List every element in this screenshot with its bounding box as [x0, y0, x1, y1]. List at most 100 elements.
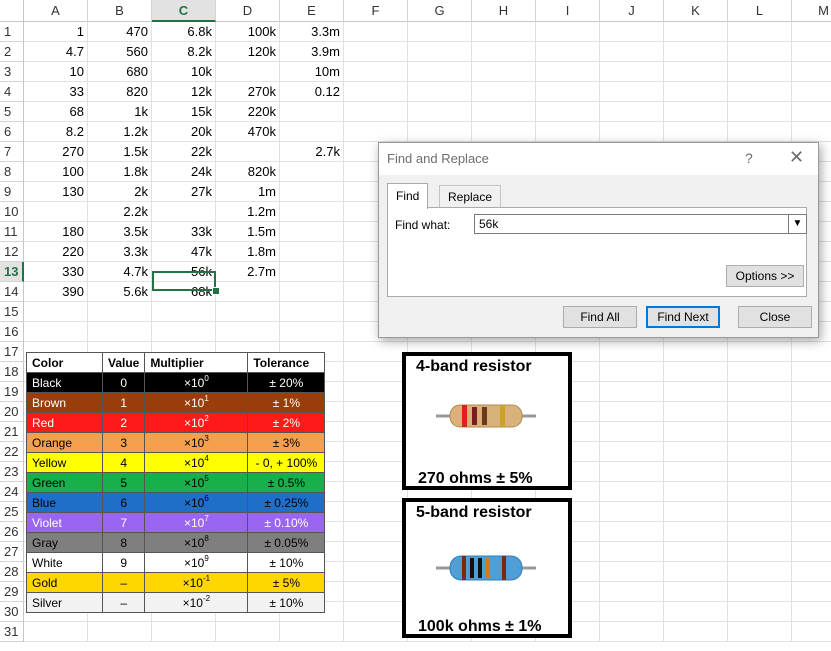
cell-k30[interactable]	[664, 602, 728, 622]
cell-j23[interactable]	[600, 462, 664, 482]
cell-l5[interactable]	[728, 102, 792, 122]
cell-e14[interactable]	[280, 282, 344, 302]
cell-b8[interactable]: 1.8k	[88, 162, 152, 182]
cell-b1[interactable]: 470	[88, 22, 152, 42]
cell-l26[interactable]	[728, 522, 792, 542]
cell-m22[interactable]	[792, 442, 831, 462]
select-all-corner[interactable]	[0, 0, 24, 22]
cell-i2[interactable]	[536, 42, 600, 62]
row-header-13[interactable]: 13	[0, 262, 24, 282]
cell-b2[interactable]: 560	[88, 42, 152, 62]
cell-a11[interactable]: 180	[24, 222, 88, 242]
cell-k26[interactable]	[664, 522, 728, 542]
cell-m21[interactable]	[792, 422, 831, 442]
cell-j27[interactable]	[600, 542, 664, 562]
cell-g5[interactable]	[408, 102, 472, 122]
cell-f27[interactable]	[344, 542, 408, 562]
row-header-12[interactable]: 12	[0, 242, 24, 262]
row-header-18[interactable]: 18	[0, 362, 24, 382]
cell-b14[interactable]: 5.6k	[88, 282, 152, 302]
row-header-26[interactable]: 26	[0, 522, 24, 542]
cell-j30[interactable]	[600, 602, 664, 622]
cell-d12[interactable]: 1.8m	[216, 242, 280, 262]
cell-f2[interactable]	[344, 42, 408, 62]
row-header-2[interactable]: 2	[0, 42, 24, 62]
cell-i6[interactable]	[536, 122, 600, 142]
find-what-combobox[interactable]: 56k ▼	[474, 214, 807, 234]
cell-a12[interactable]: 220	[24, 242, 88, 262]
cell-e7[interactable]: 2.7k	[280, 142, 344, 162]
cell-l31[interactable]	[728, 622, 792, 642]
cell-k21[interactable]	[664, 422, 728, 442]
cell-m27[interactable]	[792, 542, 831, 562]
cell-k4[interactable]	[664, 82, 728, 102]
find-all-button[interactable]: Find All	[563, 306, 637, 328]
cell-k3[interactable]	[664, 62, 728, 82]
cell-k19[interactable]	[664, 382, 728, 402]
cell-k17[interactable]	[664, 342, 728, 362]
cell-j5[interactable]	[600, 102, 664, 122]
cell-l21[interactable]	[728, 422, 792, 442]
cell-k22[interactable]	[664, 442, 728, 462]
cell-c6[interactable]: 20k	[152, 122, 216, 142]
column-header-d[interactable]: D	[216, 0, 280, 22]
cell-f5[interactable]	[344, 102, 408, 122]
cell-l25[interactable]	[728, 502, 792, 522]
cell-f28[interactable]	[344, 562, 408, 582]
cell-k1[interactable]	[664, 22, 728, 42]
cell-d7[interactable]	[216, 142, 280, 162]
cell-k29[interactable]	[664, 582, 728, 602]
cell-d11[interactable]: 1.5m	[216, 222, 280, 242]
cell-d31[interactable]	[216, 622, 280, 642]
cell-k23[interactable]	[664, 462, 728, 482]
column-header-l[interactable]: L	[728, 0, 792, 22]
cell-a1[interactable]: 1	[24, 22, 88, 42]
row-header-7[interactable]: 7	[0, 142, 24, 162]
cell-l19[interactable]	[728, 382, 792, 402]
cell-e8[interactable]	[280, 162, 344, 182]
cell-e15[interactable]	[280, 302, 344, 322]
row-header-11[interactable]: 11	[0, 222, 24, 242]
column-header-j[interactable]: J	[600, 0, 664, 22]
cell-a15[interactable]	[24, 302, 88, 322]
cell-f25[interactable]	[344, 502, 408, 522]
column-header-e[interactable]: E	[280, 0, 344, 22]
cell-b6[interactable]: 1.2k	[88, 122, 152, 142]
cell-b10[interactable]: 2.2k	[88, 202, 152, 222]
cell-e11[interactable]	[280, 222, 344, 242]
cell-k27[interactable]	[664, 542, 728, 562]
cell-d10[interactable]: 1.2m	[216, 202, 280, 222]
cell-e3[interactable]: 10m	[280, 62, 344, 82]
cell-a7[interactable]: 270	[24, 142, 88, 162]
cell-l17[interactable]	[728, 342, 792, 362]
row-header-8[interactable]: 8	[0, 162, 24, 182]
cell-f4[interactable]	[344, 82, 408, 102]
cell-i1[interactable]	[536, 22, 600, 42]
row-header-3[interactable]: 3	[0, 62, 24, 82]
row-header-5[interactable]: 5	[0, 102, 24, 122]
row-header-24[interactable]: 24	[0, 482, 24, 502]
cell-f24[interactable]	[344, 482, 408, 502]
cell-h1[interactable]	[472, 22, 536, 42]
cell-l29[interactable]	[728, 582, 792, 602]
cell-d15[interactable]	[216, 302, 280, 322]
cell-a14[interactable]: 390	[24, 282, 88, 302]
cell-b16[interactable]	[88, 322, 152, 342]
cell-d2[interactable]: 120k	[216, 42, 280, 62]
row-header-29[interactable]: 29	[0, 582, 24, 602]
find-what-input[interactable]: 56k	[479, 217, 498, 231]
cell-c8[interactable]: 24k	[152, 162, 216, 182]
cell-j21[interactable]	[600, 422, 664, 442]
row-header-6[interactable]: 6	[0, 122, 24, 142]
cell-m6[interactable]	[792, 122, 831, 142]
tab-replace[interactable]: Replace	[439, 185, 502, 207]
cell-f19[interactable]	[344, 382, 408, 402]
row-header-19[interactable]: 19	[0, 382, 24, 402]
cell-f23[interactable]	[344, 462, 408, 482]
row-header-23[interactable]: 23	[0, 462, 24, 482]
cell-d3[interactable]	[216, 62, 280, 82]
cell-l27[interactable]	[728, 542, 792, 562]
cell-m18[interactable]	[792, 362, 831, 382]
cell-c13[interactable]: 56k	[152, 262, 216, 282]
cell-e13[interactable]	[280, 262, 344, 282]
